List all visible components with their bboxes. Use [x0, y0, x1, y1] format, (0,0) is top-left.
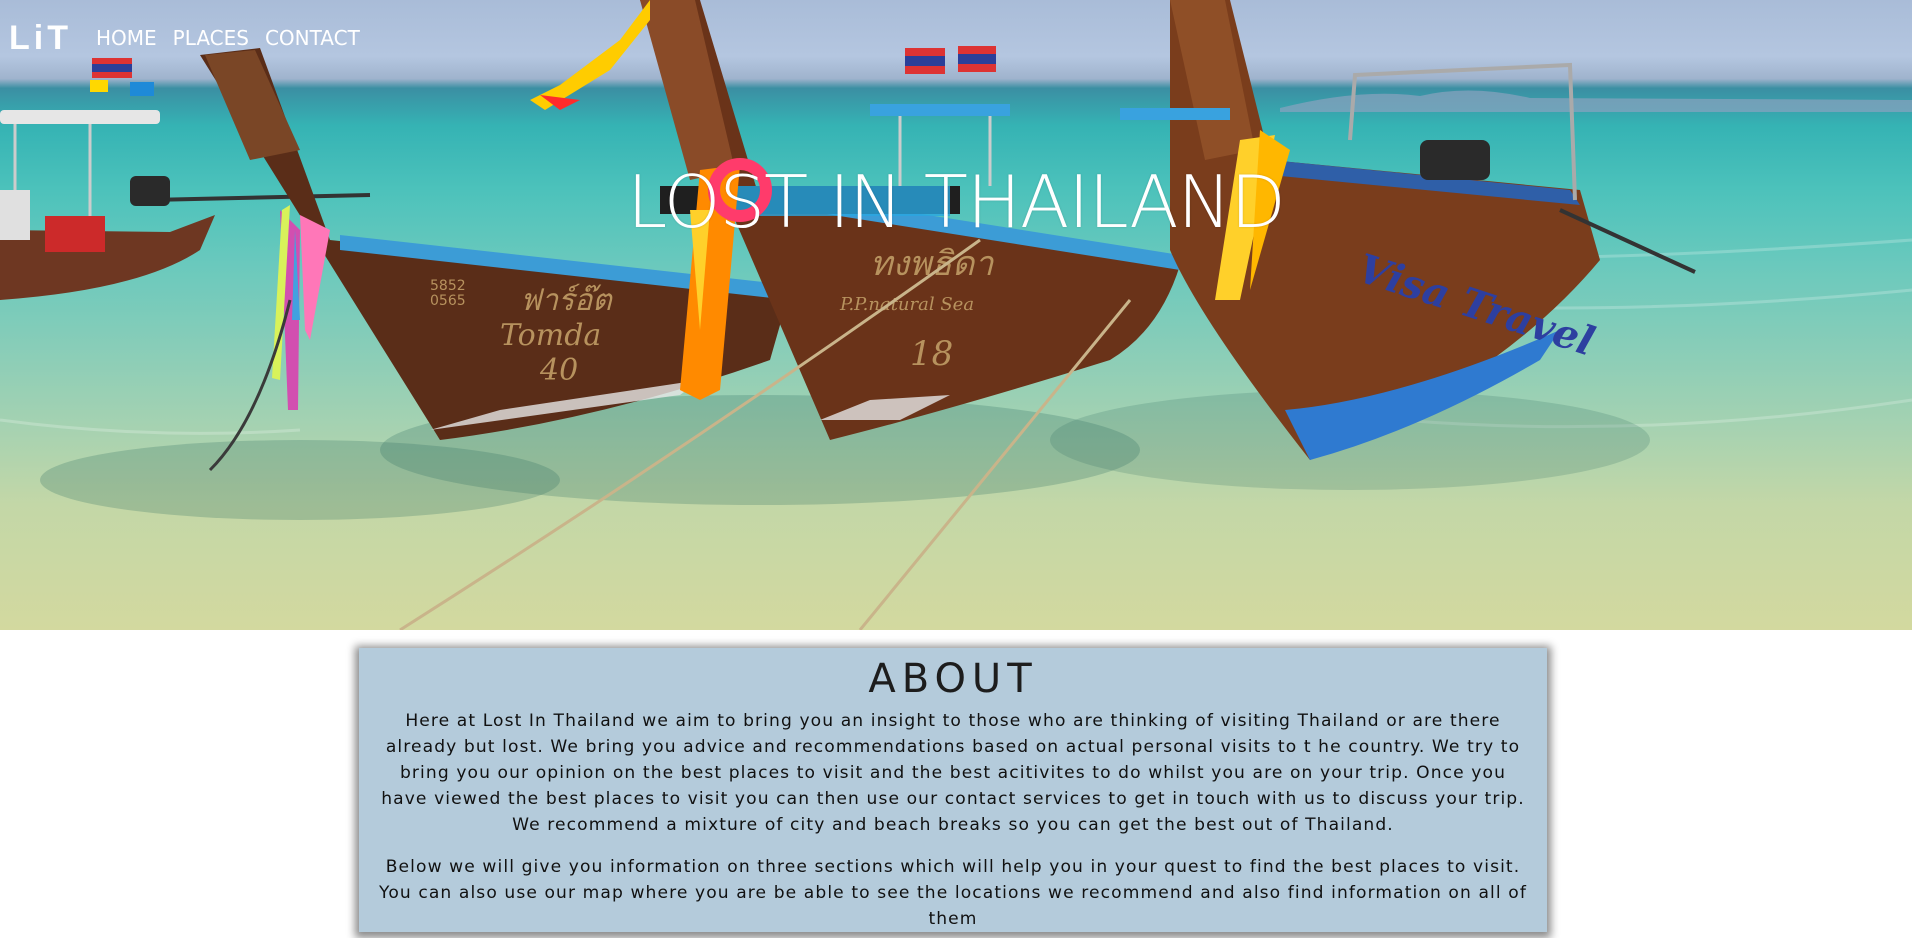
- svg-text:5852: 5852: [430, 278, 466, 294]
- top-navigation: LiT HOME PLACES CONTACT: [0, 0, 500, 76]
- nav-link-contact[interactable]: CONTACT: [265, 26, 360, 50]
- hero-image: ฟาร์อ๊ต Tomda 40 5852 0565 ทงพธิดา P.P.n…: [0, 0, 1912, 630]
- nav-links: HOME PLACES CONTACT: [96, 26, 360, 50]
- about-title: ABOUT: [868, 656, 1038, 702]
- svg-text:0565: 0565: [430, 293, 466, 309]
- nav-link-places[interactable]: PLACES: [173, 26, 249, 50]
- svg-text:P.P.natural Sea: P.P.natural Sea: [839, 294, 974, 315]
- svg-text:40: 40: [539, 353, 578, 388]
- hero-banner: ฟาร์อ๊ต Tomda 40 5852 0565 ทงพธิดา P.P.n…: [0, 0, 1912, 630]
- svg-text:ทงพธิดา: ทงพธิดา: [870, 244, 994, 284]
- hero-title: LOST IN THAILAND: [627, 160, 1286, 245]
- about-paragraph-sections: Below we will give you information on th…: [379, 857, 1527, 929]
- about-section: ABOUT Here at Lost In Thailand we aim to…: [359, 648, 1547, 932]
- svg-text:18: 18: [910, 334, 953, 374]
- page: ฟาร์อ๊ต Tomda 40 5852 0565 ทงพธิดา P.P.n…: [0, 0, 1912, 938]
- site-logo[interactable]: LiT: [9, 19, 72, 58]
- svg-text:Tomda: Tomda: [500, 318, 601, 353]
- nav-link-home[interactable]: HOME: [96, 26, 157, 50]
- svg-text:ฟาร์อ๊ต: ฟาร์อ๊ต: [520, 283, 613, 318]
- about-paragraph-intro: Here at Lost In Thailand we aim to bring…: [381, 711, 1525, 835]
